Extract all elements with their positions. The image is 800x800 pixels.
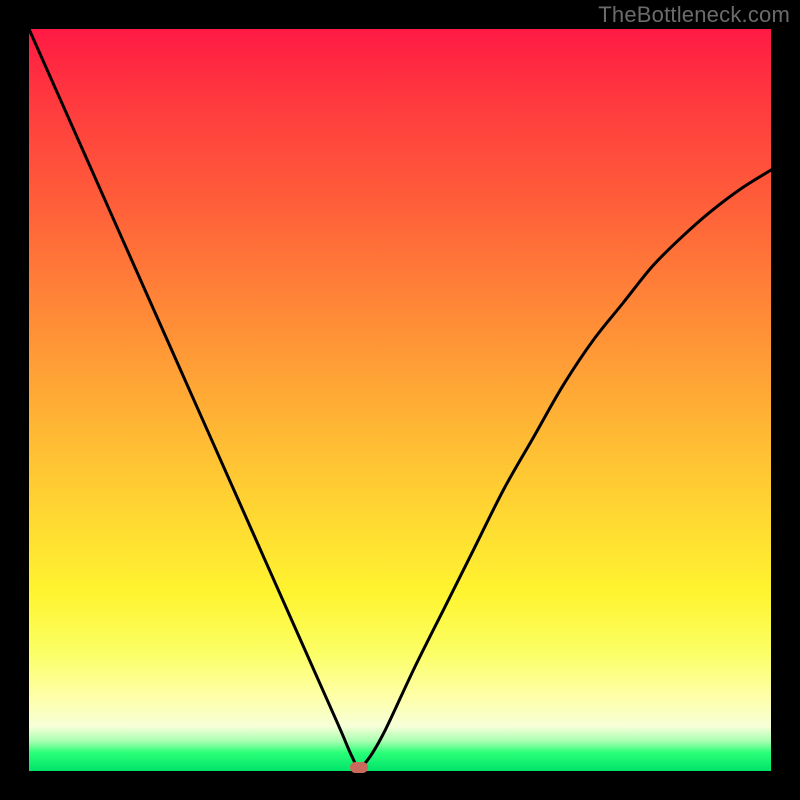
watermark-text: TheBottleneck.com bbox=[598, 2, 790, 28]
bottleneck-curve-svg bbox=[29, 29, 771, 771]
optimal-point-marker bbox=[350, 762, 368, 773]
bottleneck-curve-path bbox=[29, 29, 771, 767]
chart-container: TheBottleneck.com bbox=[0, 0, 800, 800]
